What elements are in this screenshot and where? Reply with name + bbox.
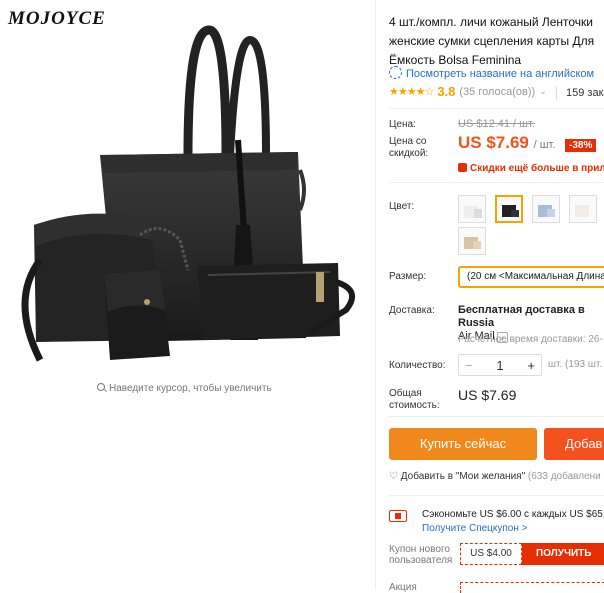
zoom-hint: Наведите курсор, чтобы увеличить	[97, 383, 272, 394]
coupon-value: US $4.00	[460, 543, 522, 565]
quantity-label: Количество:	[389, 360, 446, 371]
size-label: Размер:	[389, 271, 427, 282]
color-swatch[interactable]	[458, 227, 486, 255]
chevron-down-icon: ⌄	[539, 86, 547, 96]
add-to-cart-button[interactable]: Добав	[544, 428, 604, 460]
quantity-stepper[interactable]: − 1 +	[458, 354, 542, 376]
swatch-image	[464, 206, 482, 218]
coupon-save-text: Сэкономьте US $6.00 с каждых US $65.0	[422, 509, 604, 520]
shipping-time: Расчётное время доставки: 26-	[458, 334, 603, 345]
coupon-icon	[389, 510, 407, 522]
total-label: Общая стоимость:	[389, 388, 440, 411]
old-price: US $12.41 / шт.	[458, 118, 535, 130]
color-swatch[interactable]	[458, 195, 486, 223]
get-coupon-button[interactable]: ПОЛУЧИТЬ	[522, 543, 604, 565]
rating[interactable]: ★★★★☆ 3.8 (35 голоса(ов)) ⌄	[389, 84, 547, 99]
shipping-label: Доставка:	[389, 305, 435, 316]
wishlist-count: (633 добавлени	[527, 471, 601, 482]
buy-now-button[interactable]: Купить сейчас	[389, 428, 537, 460]
translate-icon	[389, 66, 402, 79]
divider	[389, 495, 604, 496]
promotion-label: Акция	[389, 582, 417, 593]
new-price: US $7.69 / шт.	[458, 133, 556, 152]
quantity-value[interactable]: 1	[496, 358, 503, 373]
swatch-image	[575, 205, 589, 217]
price-label: Цена:	[389, 119, 416, 130]
tag-icon	[458, 163, 467, 172]
app-discount-link[interactable]: Скидки ещё больше в прил	[458, 163, 604, 174]
size-option[interactable]: (20 см <Максимальная Длина	[458, 266, 604, 288]
color-swatch[interactable]	[532, 195, 560, 223]
product-title: 4 шт./компл. личи кожаный Ленточки женск…	[389, 15, 595, 67]
divider	[389, 416, 604, 417]
swatch-image	[502, 205, 519, 217]
total-price: US $7.69	[458, 387, 517, 403]
plus-button[interactable]: +	[527, 358, 535, 373]
discount-badge: -38%	[565, 139, 597, 152]
discount-price-label: Цена со скидкой:	[389, 136, 429, 159]
swatch-image	[464, 237, 481, 249]
wishlist-link[interactable]: ♡ Добавить в "Мои желания" (633 добавлен…	[389, 471, 601, 482]
rating-count: (35 голоса(ов))	[459, 85, 536, 98]
swatch-image	[538, 205, 555, 217]
get-coupon-link[interactable]: Получите Спецкупон >	[422, 523, 528, 534]
minus-button[interactable]: −	[465, 358, 473, 373]
stars-icon: ★★★★☆	[389, 86, 434, 98]
color-swatch-selected[interactable]	[495, 195, 523, 223]
product-image[interactable]	[0, 20, 375, 380]
translate-link[interactable]: Посмотреть название на английском	[389, 66, 594, 80]
promotion-box	[460, 582, 604, 593]
column-divider	[375, 0, 376, 590]
divider	[389, 108, 604, 109]
color-label: Цвет:	[389, 201, 415, 212]
orders-count: 159 зака	[566, 87, 604, 99]
color-swatch[interactable]	[569, 195, 597, 223]
heart-icon: ♡	[389, 471, 398, 482]
separator	[556, 86, 557, 100]
divider	[389, 182, 604, 183]
new-user-coupon-label: Купон нового пользователя	[389, 544, 453, 566]
rating-value: 3.8	[437, 84, 456, 99]
magnifier-icon	[97, 383, 105, 391]
available-qty: шт. (193 шт.	[548, 359, 603, 370]
